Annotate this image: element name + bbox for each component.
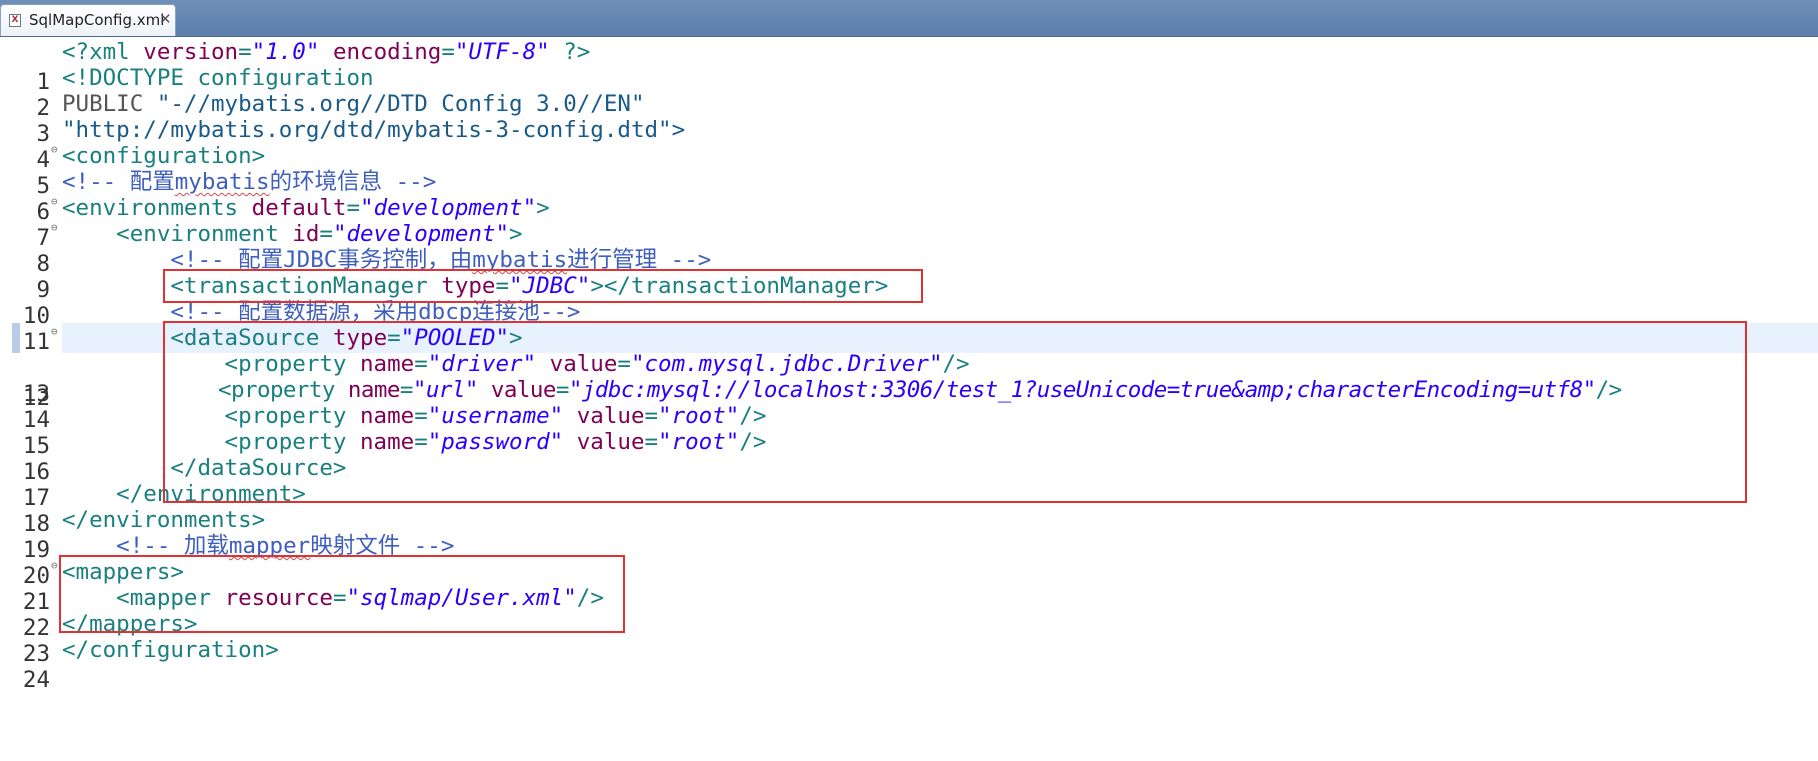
line-number: 24 (22, 667, 50, 693)
fold-toggle-icon[interactable]: ⊖ (51, 141, 58, 159)
fold-toggle-icon[interactable]: ⊖ (51, 557, 58, 575)
fold-toggle-icon[interactable]: ⊖ (51, 323, 58, 341)
tab-sqlmapconfig[interactable]: X SqlMapConfig.xml ✕ (0, 4, 176, 36)
tab-label: SqlMapConfig.xml (29, 11, 165, 29)
code-editor[interactable]: 1 <?xml version="1.0" encoding="UTF-8" ?… (0, 37, 1818, 761)
code-line: 24 </configuration> (0, 635, 1818, 693)
close-icon[interactable]: ✕ (159, 10, 172, 28)
fold-toggle-icon[interactable]: ⊖ (51, 219, 58, 237)
editor-tab-bar: X SqlMapConfig.xml ✕ (0, 0, 1818, 37)
xml-file-icon: X (9, 14, 21, 27)
fold-toggle-icon[interactable]: ⊖ (51, 193, 58, 211)
code-text: </configuration> (62, 637, 279, 663)
